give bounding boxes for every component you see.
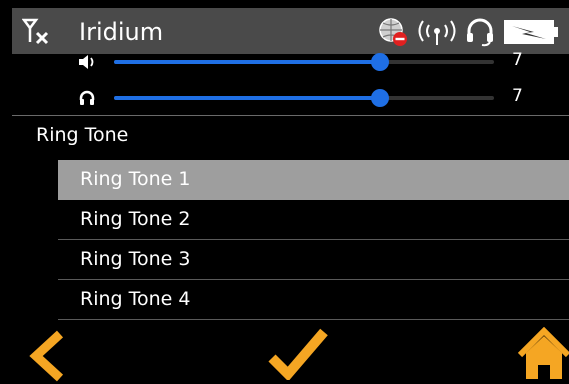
list-item-ring-tone-3[interactable]: Ring Tone 3	[58, 240, 569, 280]
list-item-ring-tone-1[interactable]: Ring Tone 1	[58, 160, 569, 200]
no-signal-icon	[22, 18, 49, 45]
list-item-label: Ring Tone 2	[80, 208, 191, 230]
volume-slider-thumb[interactable]	[371, 53, 389, 71]
section-title: Ring Tone	[36, 124, 129, 146]
ring-tone-list: Ring Tone 1 Ring Tone 2 Ring Tone 3 Ring…	[58, 160, 569, 320]
headset-icon	[467, 18, 493, 47]
checkmark-icon[interactable]	[268, 328, 328, 380]
volume-slider-fill	[114, 60, 380, 64]
volume-slider[interactable]	[114, 53, 494, 71]
ringer-value: 7	[512, 86, 523, 106]
ringer-icon	[79, 90, 95, 105]
volume-value: 7	[512, 50, 523, 70]
globe-disabled-icon	[379, 18, 407, 46]
volume-slider-row: 7	[12, 46, 569, 78]
battery-charging-icon	[504, 20, 558, 44]
ringer-slider[interactable]	[114, 89, 494, 107]
home-icon[interactable]	[518, 327, 569, 381]
list-item-ring-tone-4[interactable]: Ring Tone 4	[58, 280, 569, 320]
ringer-slider-row: 7	[12, 82, 569, 114]
ringer-slider-thumb[interactable]	[371, 89, 389, 107]
chevron-left-icon[interactable]	[28, 330, 68, 382]
list-item-label: Ring Tone 4	[80, 288, 191, 310]
ringer-slider-fill	[114, 96, 380, 100]
radio-broadcast-icon	[418, 20, 456, 45]
ring-tone-screen: Iridium 7 7 Ring Tone Ring Tone 1 Ring T…	[0, 0, 569, 384]
page-title: Iridium	[79, 18, 164, 46]
list-item-label: Ring Tone 1	[80, 168, 191, 190]
list-item-label: Ring Tone 3	[80, 248, 191, 270]
speaker-icon	[79, 55, 94, 69]
divider	[12, 115, 569, 116]
list-item-ring-tone-2[interactable]: Ring Tone 2	[58, 200, 569, 240]
